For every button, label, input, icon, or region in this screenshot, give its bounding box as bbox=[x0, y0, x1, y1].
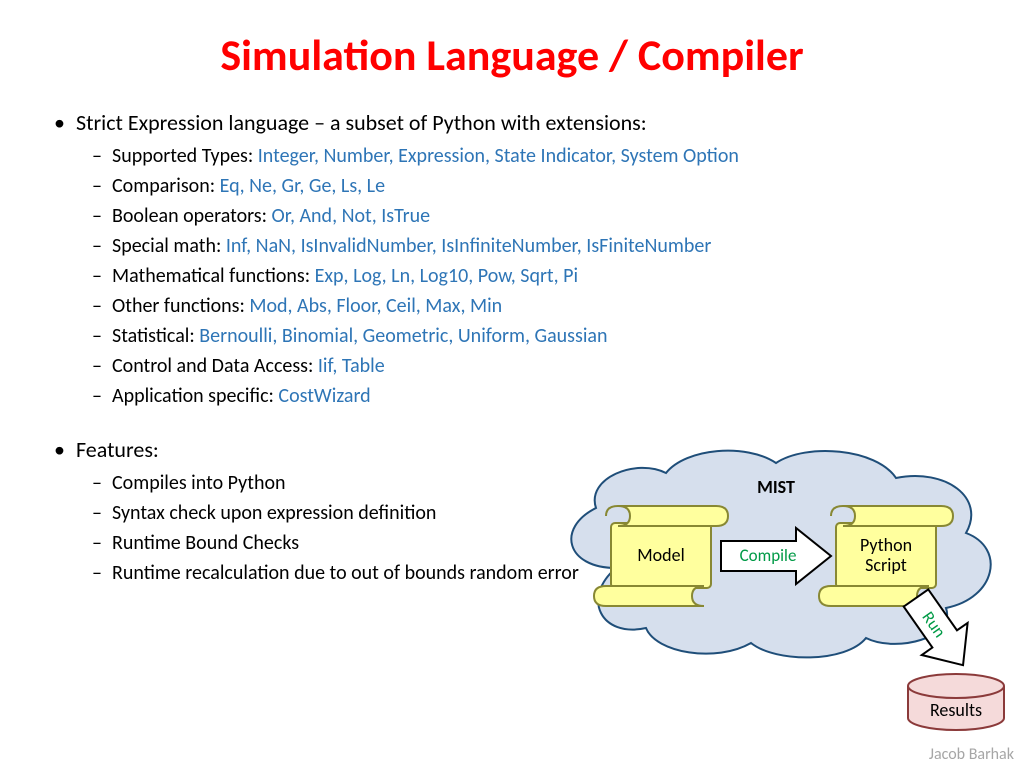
sub-other-func: Other functions: Mod, Abs, Floor, Ceil, … bbox=[76, 291, 976, 321]
svg-text:Compile: Compile bbox=[740, 545, 797, 566]
main-bullet-2-text: Features: bbox=[76, 436, 159, 463]
author-credit: Jacob Barhak bbox=[929, 745, 1014, 764]
cloud-label: MIST bbox=[757, 476, 795, 498]
svg-text:Results: Results bbox=[930, 699, 982, 721]
slide-title: Simulation Language / Compiler bbox=[0, 0, 1024, 106]
sub-math-func: Mathematical functions: Exp, Log, Ln, Lo… bbox=[76, 261, 976, 291]
sub-boolean: Boolean operators: Or, And, Not, IsTrue bbox=[76, 201, 976, 231]
sub-app-specific: Application specific: CostWizard bbox=[76, 381, 976, 411]
sub-comparison: Comparison: Eq, Ne, Gr, Ge, Ls, Le bbox=[76, 171, 976, 201]
svg-text:Python: Python bbox=[860, 534, 912, 556]
db-results: Results bbox=[908, 674, 1004, 730]
sub-control: Control and Data Access: Iif, Table bbox=[76, 351, 976, 381]
main-bullet-1: Strict Expression language – a subset of… bbox=[48, 106, 976, 411]
sub-statistical: Statistical: Bernoulli, Binomial, Geomet… bbox=[76, 321, 976, 351]
diagram: MIST Model Python Script Compile Run Res… bbox=[546, 438, 1006, 748]
main-bullet-1-text: Strict Expression language – a subset of… bbox=[76, 109, 647, 136]
sub-special-math: Special math: Inf, NaN, IsInvalidNumber,… bbox=[76, 231, 976, 261]
svg-text:Model: Model bbox=[637, 544, 684, 566]
svg-text:Script: Script bbox=[865, 554, 907, 576]
sub-types: Supported Types: Integer, Number, Expres… bbox=[76, 141, 976, 171]
